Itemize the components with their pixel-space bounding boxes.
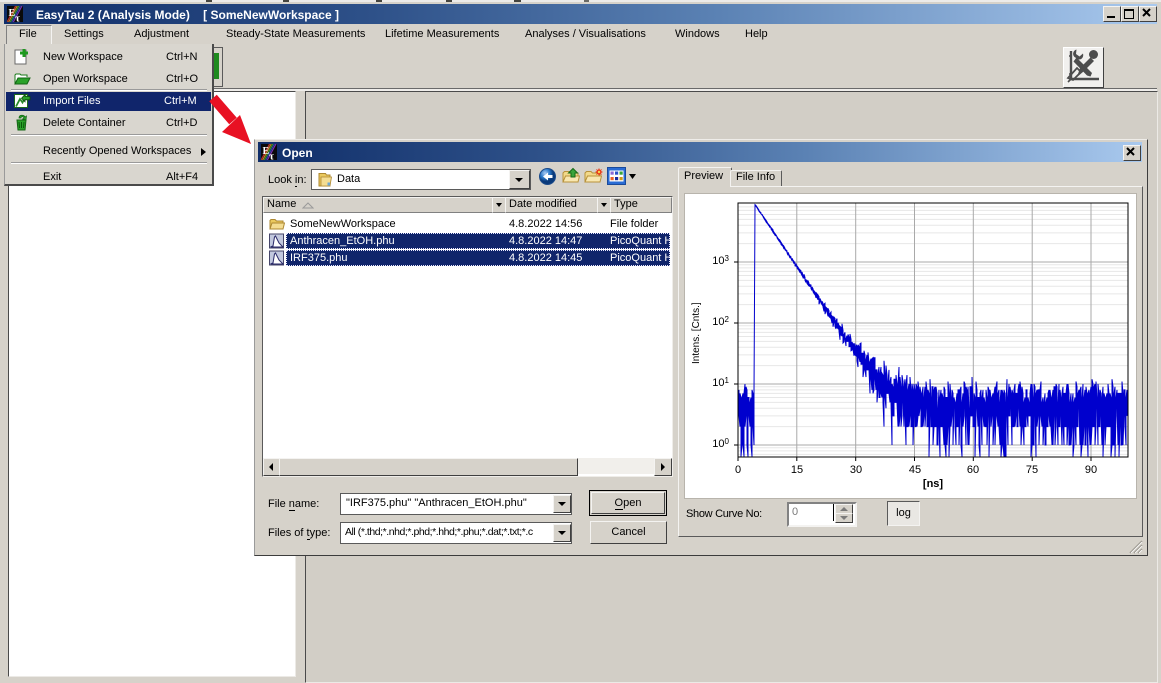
svg-text:τ: τ bbox=[269, 151, 274, 161]
svg-text:τ: τ bbox=[15, 13, 20, 23]
